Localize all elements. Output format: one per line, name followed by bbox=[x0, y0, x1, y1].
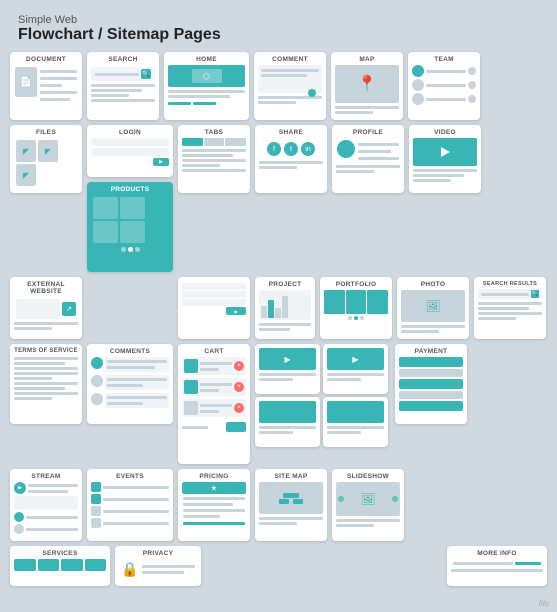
row-1: DOCUMENT 📄 SEARCH 🔍 bbox=[10, 52, 547, 120]
row-3: EXTERNAL WEBSITE ↗ ▶ bbox=[10, 277, 547, 339]
card-product-item-2[interactable]: ▶ bbox=[323, 344, 388, 394]
card-services[interactable]: SERVICES bbox=[10, 546, 110, 586]
card-site-map[interactable]: SITE MAP bbox=[255, 469, 327, 541]
card-events[interactable]: EVENTS bbox=[87, 469, 173, 541]
card-project[interactable]: PROJECT bbox=[255, 277, 315, 339]
card-pricing[interactable]: PRICING ★ bbox=[178, 469, 250, 541]
card-privacy[interactable]: PRIVACY 🔒 bbox=[115, 546, 201, 586]
card-search[interactable]: SEARCH 🔍 bbox=[87, 52, 159, 120]
card-cart[interactable]: CART × bbox=[178, 344, 250, 464]
card-terms[interactable]: TERMS OF SERVICE bbox=[10, 344, 82, 424]
card-more-info[interactable]: MORE INFO bbox=[447, 546, 547, 586]
watermark: filo bbox=[539, 599, 549, 608]
card-product-item-1[interactable]: ▶ bbox=[255, 344, 320, 394]
card-payment[interactable]: PAYMENT bbox=[395, 344, 467, 424]
card-tabs[interactable]: TABS bbox=[178, 125, 250, 193]
title: Flowchart / Sitemap Pages bbox=[18, 26, 539, 44]
card-team[interactable]: TEAM bbox=[408, 52, 480, 120]
card-slideshow[interactable]: SLIDESHOW 🖼 bbox=[332, 469, 404, 541]
row-4: TERMS OF SERVICE COMMENTS bbox=[10, 344, 547, 464]
card-photo[interactable]: PHOTO 🖼 bbox=[397, 277, 469, 339]
page-header: Simple Web Flowchart / Sitemap Pages bbox=[0, 0, 557, 52]
card-product-item-4[interactable] bbox=[323, 397, 388, 447]
card-document[interactable]: DOCUMENT 📄 bbox=[10, 52, 82, 120]
row-5: STREAM ▶ bbox=[10, 469, 547, 541]
card-profile[interactable]: PROFILE bbox=[332, 125, 404, 193]
subtitle: Simple Web bbox=[18, 14, 539, 26]
card-grid: DOCUMENT 📄 SEARCH 🔍 bbox=[0, 52, 557, 592]
card-product-item-3[interactable] bbox=[255, 397, 320, 447]
card-stream[interactable]: STREAM ▶ bbox=[10, 469, 82, 541]
card-search-results[interactable]: SEARCH RESULTS 🔍 bbox=[474, 277, 546, 339]
card-video[interactable]: VIDEO bbox=[409, 125, 481, 193]
card-portfolio[interactable]: PORTFOLIO bbox=[320, 277, 392, 339]
card-share[interactable]: SHARE f t in bbox=[255, 125, 327, 193]
card-home[interactable]: HOME ⬡ bbox=[164, 52, 249, 120]
card-register[interactable]: ▶ bbox=[178, 277, 250, 339]
row-2: FILES ◤ ◤ ◤ LOGIN bbox=[10, 125, 547, 272]
middle-group: ▶ ▶ bbox=[255, 344, 390, 447]
card-external-website[interactable]: EXTERNAL WEBSITE ↗ bbox=[10, 277, 82, 339]
card-comment[interactable]: COMMENT bbox=[254, 52, 326, 120]
card-products[interactable]: PRODUCTS bbox=[87, 182, 173, 272]
card-files[interactable]: FILES ◤ ◤ ◤ bbox=[10, 125, 82, 193]
row-6: SERVICES PRIVACY 🔒 MORE INFO bbox=[10, 546, 547, 586]
card-map[interactable]: MAP 📍 bbox=[331, 52, 403, 120]
card-comments[interactable]: COMMENTS bbox=[87, 344, 173, 424]
card-login[interactable]: LOGIN ▶ bbox=[87, 125, 173, 177]
